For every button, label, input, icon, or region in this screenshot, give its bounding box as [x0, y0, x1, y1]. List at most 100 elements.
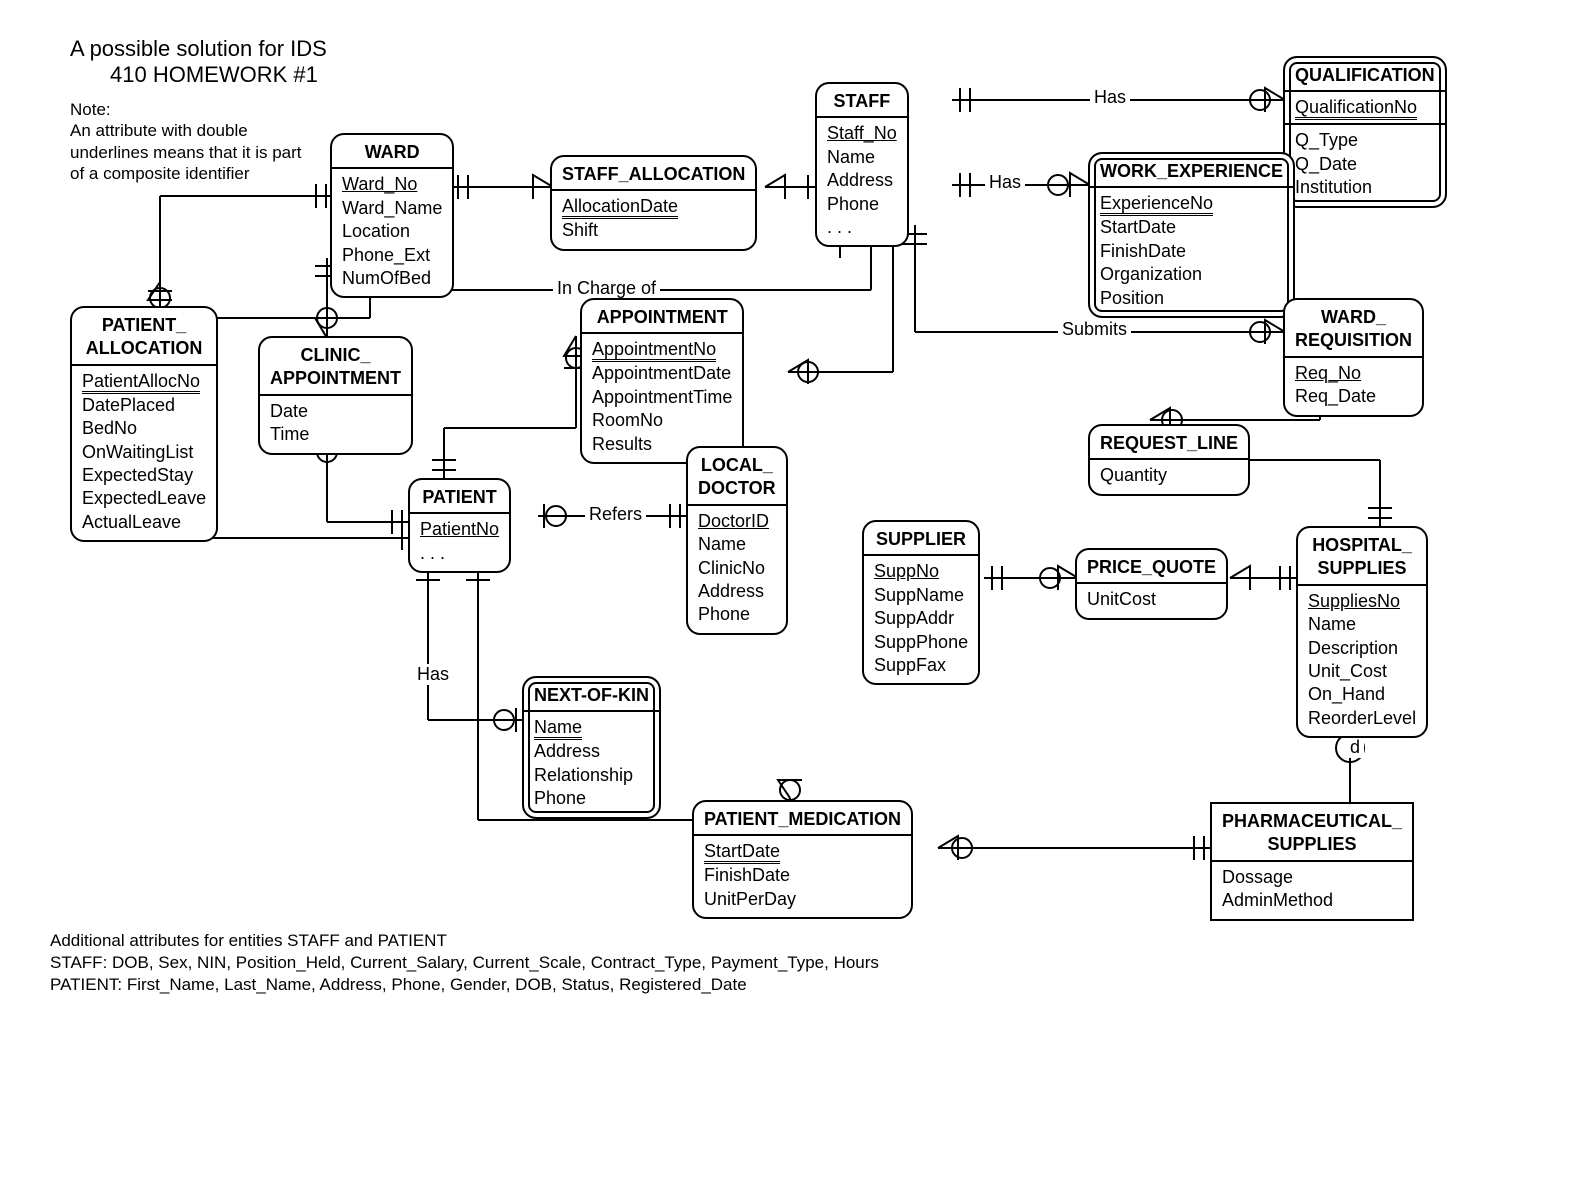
- entity-request-line: REQUEST_LINE Quantity: [1088, 424, 1250, 496]
- hospital-supplies-attr1: Description: [1308, 637, 1416, 660]
- ward-attr3: NumOfBed: [342, 267, 442, 290]
- rel-label-has3: Has: [413, 664, 453, 685]
- ward-req-name1: WARD_: [1321, 307, 1386, 327]
- appointment-attr0: AppointmentDate: [592, 362, 732, 385]
- patient-allocation-attr4: ExpectedLeave: [82, 487, 206, 510]
- patient-pk: PatientNo: [420, 519, 499, 539]
- work-experience-pk: ExperienceNo: [1100, 194, 1213, 216]
- rel-label-refers: Refers: [585, 504, 646, 525]
- staff-name: STAFF: [827, 90, 897, 113]
- qualification-attr2: Institution: [1295, 176, 1435, 199]
- nok-attr2: Phone: [534, 787, 649, 810]
- entity-ward-name: WARD: [342, 141, 442, 164]
- pmed-pk: StartDate: [704, 842, 780, 864]
- local-doctor-name1: LOCAL_: [701, 455, 773, 475]
- local-doctor-name2: DOCTOR: [698, 478, 776, 498]
- ward-req-name2: REQUISITION: [1295, 330, 1412, 350]
- entity-patient-medication: PATIENT_MEDICATION StartDate FinishDate …: [692, 800, 913, 919]
- entity-patient: PATIENT PatientNo . . .: [408, 478, 511, 573]
- clinic-appt-name1: CLINIC_: [301, 345, 371, 365]
- appointment-name: APPOINTMENT: [592, 306, 732, 329]
- price-quote-attr0: UnitCost: [1087, 588, 1216, 611]
- rel-label-submits: Submits: [1058, 319, 1131, 340]
- clinic-appt-attr0: Date: [270, 400, 401, 423]
- note-text: Note: An attribute with double underline…: [70, 99, 302, 184]
- pharma-attr0: Dossage: [1222, 866, 1402, 889]
- entity-appointment: APPOINTMENT AppointmentNo AppointmentDat…: [580, 298, 744, 464]
- request-line-attr0: Quantity: [1100, 464, 1238, 487]
- entity-price-quote: PRICE_QUOTE UnitCost: [1075, 548, 1228, 620]
- entity-hospital-supplies: HOSPITAL_ SUPPLIES SuppliesNo Name Descr…: [1296, 526, 1428, 738]
- local-doctor-attr2: Address: [698, 580, 776, 603]
- rel-label-has2: Has: [985, 172, 1025, 193]
- local-doctor-attr1: ClinicNo: [698, 557, 776, 580]
- nok-attr1: Relationship: [534, 764, 649, 787]
- price-quote-name: PRICE_QUOTE: [1087, 556, 1216, 579]
- patient-allocation-attr5: ActualLeave: [82, 511, 206, 534]
- work-experience-name: WORK_EXPERIENCE: [1100, 160, 1283, 183]
- rel-label-in-charge-of: In Charge of: [553, 278, 660, 299]
- rel-label-has1: Has: [1090, 87, 1130, 108]
- staff-allocation-pk: AllocationDate: [562, 197, 678, 219]
- staff-pk: Staff_No: [827, 123, 897, 143]
- ward-attr0: Ward_Name: [342, 197, 442, 220]
- appointment-attr1: AppointmentTime: [592, 386, 732, 409]
- patient-allocation-pk: PatientAllocNo: [82, 372, 200, 394]
- local-doctor-pk: DoctorID: [698, 511, 769, 531]
- patient-allocation-attr0: DatePlaced: [82, 394, 206, 417]
- clinic-appt-name2: APPOINTMENT: [270, 368, 401, 388]
- work-experience-attr3: Position: [1100, 287, 1283, 310]
- staff-allocation-name: STAFF_ALLOCATION: [562, 163, 745, 186]
- patient-allocation-attr1: BedNo: [82, 417, 206, 440]
- hospital-supplies-attr2: Unit_Cost: [1308, 660, 1416, 683]
- pmed-name: PATIENT_MEDICATION: [704, 808, 901, 831]
- hospital-supplies-pk: SuppliesNo: [1308, 591, 1400, 611]
- title-line2: 410 HOMEWORK #1: [70, 62, 327, 88]
- nok-attr0: Address: [534, 740, 649, 763]
- qualification-attr0: Q_Type: [1295, 129, 1435, 152]
- entity-patient-allocation: PATIENT_ ALLOCATION PatientAllocNo DateP…: [70, 306, 218, 542]
- qualification-pk: QualificationNo: [1295, 98, 1417, 120]
- supplier-pk: SuppNo: [874, 561, 939, 581]
- qualification-attr1: Q_Date: [1295, 153, 1435, 176]
- pharma-attr1: AdminMethod: [1222, 889, 1402, 912]
- hospital-supplies-name1: HOSPITAL_: [1312, 535, 1412, 555]
- entity-pharmaceutical-supplies: PHARMACEUTICAL_ SUPPLIES Dossage AdminMe…: [1210, 802, 1414, 921]
- pmed-attr1: UnitPerDay: [704, 888, 901, 911]
- pharma-name2: SUPPLIES: [1267, 834, 1356, 854]
- pharma-name1: PHARMACEUTICAL_: [1222, 811, 1402, 831]
- ward-attr1: Location: [342, 220, 442, 243]
- ward-attr2: Phone_Ext: [342, 244, 442, 267]
- pmed-attr0: FinishDate: [704, 864, 901, 887]
- clinic-appt-attr1: Time: [270, 423, 401, 446]
- patient-allocation-name1: PATIENT_: [102, 315, 186, 335]
- staff-attr0: Name: [827, 146, 897, 169]
- appointment-pk: AppointmentNo: [592, 340, 716, 362]
- appointment-attr2: RoomNo: [592, 409, 732, 432]
- footer-text: Additional attributes for entities STAFF…: [50, 930, 879, 996]
- entity-qualification: QUALIFICATION QualificationNo Q_Type Q_D…: [1283, 56, 1447, 208]
- nok-name: NEXT-OF-KIN: [534, 684, 649, 707]
- work-experience-attr1: FinishDate: [1100, 240, 1283, 263]
- entity-ward: WARD Ward_No Ward_Name Location Phone_Ex…: [330, 133, 454, 298]
- patient-allocation-attr2: OnWaitingList: [82, 441, 206, 464]
- entity-staff: STAFF Staff_No Name Address Phone . . .: [815, 82, 909, 247]
- hospital-supplies-attr0: Name: [1308, 613, 1416, 636]
- footer-staff: STAFF: DOB, Sex, NIN, Position_Held, Cur…: [50, 952, 879, 974]
- entity-ward-requisition: WARD_ REQUISITION Req_No Req_Date: [1283, 298, 1424, 417]
- page-title: A possible solution for IDS 410 HOMEWORK…: [70, 36, 327, 88]
- entity-supplier: SUPPLIER SuppNo SuppName SuppAddr SuppPh…: [862, 520, 980, 685]
- nok-pk: Name: [534, 718, 582, 740]
- supplier-attr2: SuppPhone: [874, 631, 968, 654]
- ward-pk: Ward_No: [342, 174, 417, 194]
- staff-attr2: Phone: [827, 193, 897, 216]
- footer-heading: Additional attributes for entities STAFF…: [50, 930, 879, 952]
- supplier-attr0: SuppName: [874, 584, 968, 607]
- entity-local-doctor: LOCAL_ DOCTOR DoctorID Name ClinicNo Add…: [686, 446, 788, 635]
- entity-staff-allocation: STAFF_ALLOCATION AllocationDate Shift: [550, 155, 757, 251]
- title-line1: A possible solution for IDS: [70, 36, 327, 62]
- request-line-name: REQUEST_LINE: [1100, 432, 1238, 455]
- qualification-name: QUALIFICATION: [1295, 64, 1435, 87]
- hospital-supplies-name2: SUPPLIES: [1318, 558, 1407, 578]
- ward-req-attr0: Req_Date: [1295, 385, 1412, 408]
